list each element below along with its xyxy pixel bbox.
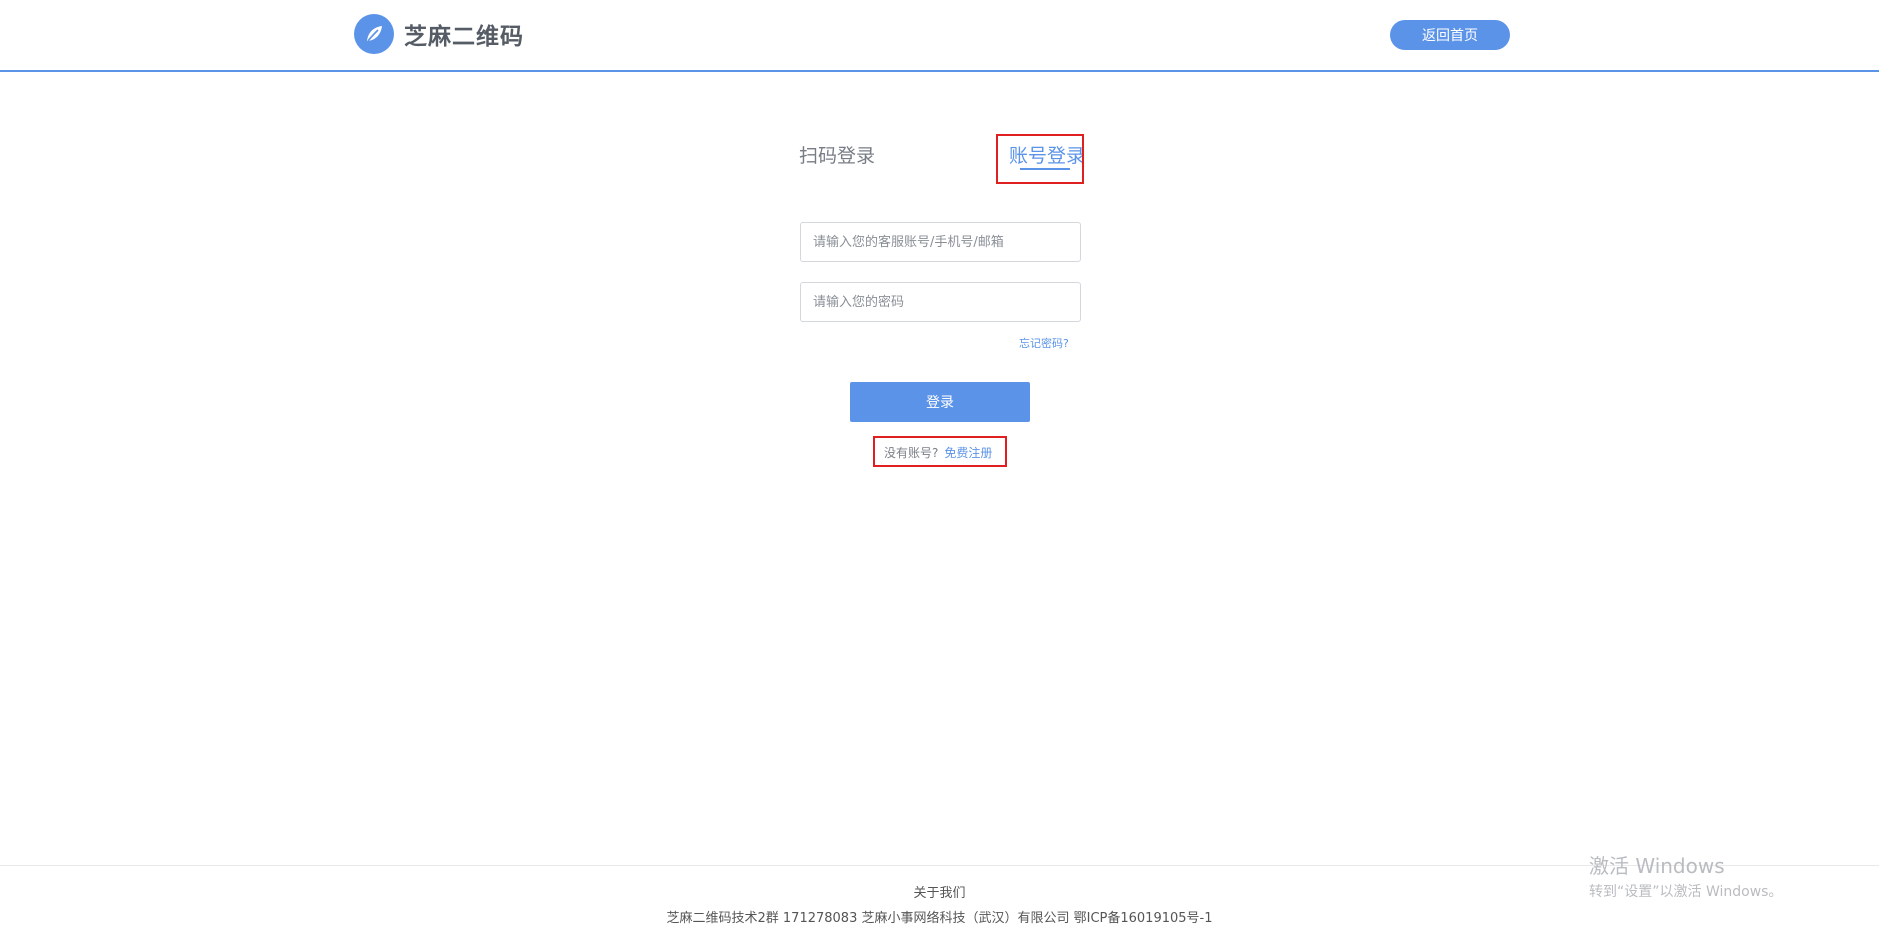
logo-text: 芝麻二维码 bbox=[404, 24, 524, 50]
watermark-subtitle: 转到“设置”以激活 Windows。 bbox=[1589, 884, 1783, 900]
tab-highlight-box bbox=[996, 134, 1084, 184]
home-button[interactable]: 返回首页 bbox=[1390, 20, 1510, 50]
password-input[interactable] bbox=[800, 282, 1081, 322]
tab-scan-login[interactable]: 扫码登录 bbox=[799, 141, 875, 168]
footer-info: 芝麻二维码技术2群 171278083 芝麻小事网络科技（武汉）有限公司 鄂IC… bbox=[666, 911, 1213, 926]
windows-activation-watermark: 激活 Windows 转到“设置”以激活 Windows。 bbox=[1589, 850, 1782, 901]
login-button[interactable]: 登录 bbox=[850, 382, 1030, 422]
forgot-password-link[interactable]: 忘记密码? bbox=[1019, 335, 1069, 351]
about-us-link[interactable]: 关于我们 bbox=[913, 886, 965, 901]
site-logo[interactable]: 芝麻二维码 bbox=[354, 14, 524, 54]
watermark-title: 激活 Windows bbox=[1589, 854, 1725, 878]
account-input[interactable] bbox=[800, 222, 1081, 262]
leaf-logo-icon bbox=[354, 14, 394, 54]
register-highlight-box bbox=[873, 436, 1007, 467]
site-header: 芝麻二维码 返回首页 bbox=[0, 0, 1879, 72]
